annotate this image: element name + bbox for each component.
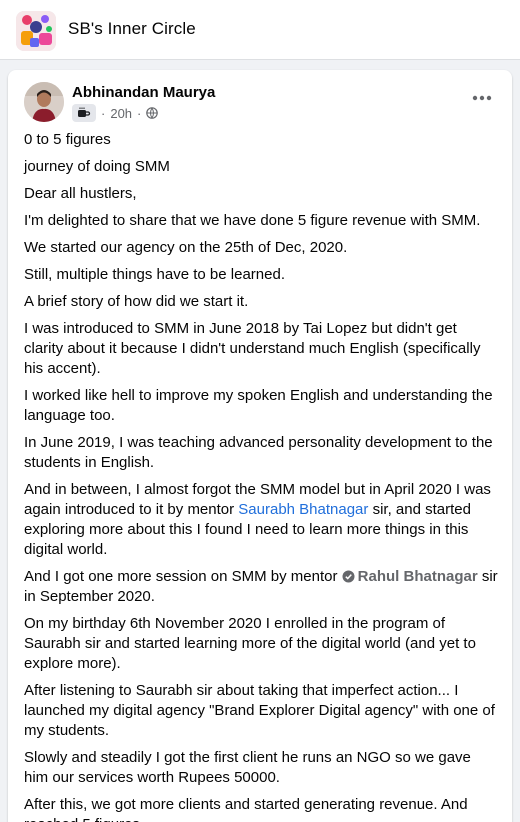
- mention-link[interactable]: Rahul Bhatnagar: [358, 568, 478, 585]
- post-paragraph: I was introduced to SMM in June 2018 by …: [24, 319, 498, 379]
- post-paragraph: I'm delighted to share that we have done…: [24, 211, 498, 231]
- globe-icon[interactable]: [146, 107, 159, 119]
- post-text: A brief story of how did we start it.: [24, 293, 249, 310]
- post-paragraph: In June 2019, I was teaching advanced pe…: [24, 433, 498, 473]
- post-body: 0 to 5 figures journey of doing SMM Dear a…: [24, 130, 498, 822]
- group-thumbnail[interactable]: [16, 11, 56, 51]
- post-paragraph: On my birthday 6th November 2020 I enrol…: [24, 614, 498, 674]
- post-text: In June 2019, I was teaching advanced pe…: [24, 434, 493, 471]
- group-thumbnail-image: [16, 11, 56, 51]
- post-paragraph: And I got one more session on SMM by men…: [24, 567, 498, 607]
- group-name[interactable]: SB's Inner Circle: [68, 19, 196, 39]
- post-meta: · 20h ·: [72, 103, 159, 123]
- coffee-badge-icon[interactable]: [72, 104, 96, 122]
- post-text: And I got one more session on SMM by men…: [24, 568, 342, 585]
- more-options-icon[interactable]: [468, 88, 496, 108]
- post-paragraph: journey of doing SMM: [24, 157, 498, 177]
- post-text: 0 to 5 figures: [24, 131, 111, 148]
- profile-link[interactable]: Saurabh Bhatnagar: [238, 501, 368, 518]
- post-text: We started our agency on the 25th of Dec…: [24, 239, 348, 256]
- post-paragraph: I worked like hell to improve my spoken …: [24, 386, 498, 426]
- verified-icon: [342, 570, 355, 583]
- meta-separator: ·: [137, 105, 142, 121]
- meta-separator: ·: [101, 105, 106, 121]
- post-text: After this, we got more clients and star…: [24, 796, 468, 822]
- avatar-image: [24, 82, 64, 122]
- post-time[interactable]: 20h: [110, 106, 132, 121]
- post-text: I'm delighted to share that we have done…: [24, 212, 481, 229]
- post-paragraph: After listening to Saurabh sir about tak…: [24, 681, 498, 741]
- post-paragraph: We started our agency on the 25th of Dec…: [24, 238, 498, 258]
- avatar[interactable]: [24, 82, 64, 122]
- post-text: I worked like hell to improve my spoken …: [24, 387, 493, 424]
- post-paragraph: Dear all hustlers,: [24, 184, 498, 204]
- post-paragraph: Slowly and steadily I got the first clie…: [24, 748, 498, 788]
- post-paragraph: A brief story of how did we start it.: [24, 292, 498, 312]
- post-text: On my birthday 6th November 2020 I enrol…: [24, 615, 476, 672]
- post-paragraph: 0 to 5 figures: [24, 130, 498, 150]
- post-card: Abhinandan Maurya · 20h · 0 to 5 figures…: [8, 70, 512, 822]
- post-text: After listening to Saurabh sir about tak…: [24, 682, 495, 739]
- post-paragraph: After this, we got more clients and star…: [24, 795, 498, 822]
- post-text: Still, multiple things have to be learne…: [24, 266, 285, 283]
- group-header: SB's Inner Circle: [0, 0, 520, 60]
- post-text: Dear all hustlers,: [24, 185, 137, 202]
- author-name[interactable]: Abhinandan Maurya: [72, 84, 215, 101]
- post-text: journey of doing SMM: [24, 158, 170, 175]
- post-text: I was introduced to SMM in June 2018 by …: [24, 320, 481, 377]
- post-paragraph: Still, multiple things have to be learne…: [24, 265, 498, 285]
- post-paragraph: And in between, I almost forgot the SMM …: [24, 480, 498, 560]
- post-text: Slowly and steadily I got the first clie…: [24, 749, 471, 786]
